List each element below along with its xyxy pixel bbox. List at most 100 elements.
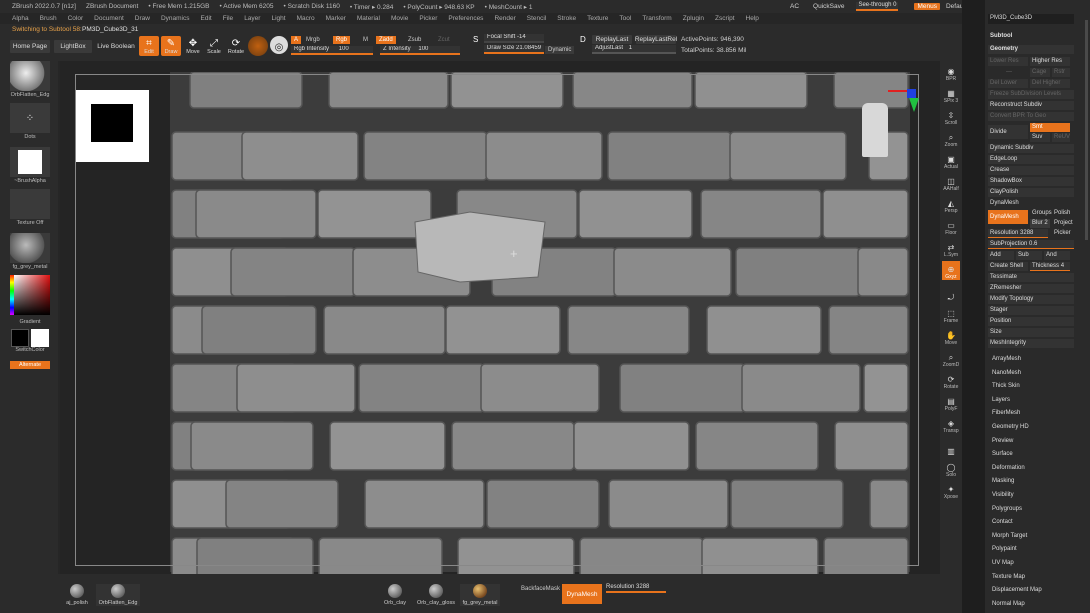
section-uv-map[interactable]: UV Map [988, 559, 1074, 568]
modify-topology-button[interactable]: Modify Topology [988, 295, 1074, 304]
move-button[interactable]: ✥ Move [183, 36, 203, 56]
zadd-button[interactable]: Zadd [376, 36, 396, 44]
shadowbox-button[interactable]: ShadowBox [988, 177, 1074, 186]
see-through-slider[interactable]: See-through 0 [856, 2, 899, 11]
menu-stencil[interactable]: Stencil [527, 15, 547, 22]
viewport-frame-button[interactable]: ⬚ Frame [942, 305, 960, 324]
lightbox-button[interactable]: LightBox [54, 40, 92, 53]
menu-material[interactable]: Material [357, 15, 380, 22]
replay-last-rel-button[interactable]: ReplayLastRel [635, 35, 677, 44]
rgb-button[interactable]: Rgb [333, 36, 351, 44]
viewport-bpr-button[interactable]: ◉ BPR [942, 63, 960, 82]
stager-button[interactable]: Stager [988, 306, 1074, 315]
dynamesh-section[interactable]: DynaMesh [988, 199, 1074, 208]
menu-movie[interactable]: Movie [391, 15, 408, 22]
meshintegrity-button[interactable]: MeshIntegrity [988, 339, 1074, 348]
alternate-button[interactable]: Alternate [10, 361, 50, 369]
del-lower-button[interactable]: Del Lower [988, 79, 1028, 88]
m-button[interactable]: M [360, 36, 371, 44]
rgb-intensity-slider[interactable]: Rgb Intensity 100 [291, 46, 373, 55]
gradient-label[interactable]: Gradient [10, 319, 50, 325]
menu-color[interactable]: Color [68, 15, 84, 22]
z-intensity-slider[interactable]: Z Intensity 100 [380, 46, 460, 55]
section-arraymesh[interactable]: ArrayMesh [988, 355, 1074, 364]
geometry-section[interactable]: Geometry [988, 45, 1074, 54]
viewport-aahalf-button[interactable]: ◫ AAHalf [942, 173, 960, 192]
viewport-polyf-button[interactable]: ▤ PolyF [942, 393, 960, 412]
suv-toggle[interactable]: Suv [1030, 133, 1050, 142]
menu-alpha[interactable]: Alpha [12, 15, 29, 22]
viewport-move-button[interactable]: ✋ Move [942, 327, 960, 346]
section-masking[interactable]: Masking [988, 477, 1074, 486]
menu-render[interactable]: Render [494, 15, 515, 22]
thickness-slider[interactable]: Thickness 4 [1030, 262, 1070, 271]
divide-button[interactable]: Divide [988, 125, 1028, 139]
section-polypaint[interactable]: Polypaint [988, 545, 1074, 554]
menu-brush[interactable]: Brush [40, 15, 57, 22]
adjust-last-slider[interactable]: AdjustLast 1 [592, 45, 676, 54]
menu-tool[interactable]: Tool [619, 15, 631, 22]
brush-picker[interactable]: OrbFlatten_Edg [10, 61, 50, 98]
switch-color-swatches[interactable]: SwitchColor [10, 329, 50, 353]
secondary-color-swatch[interactable] [31, 329, 49, 347]
dynamesh-button[interactable]: DynaMesh [988, 210, 1028, 224]
bottom-resolution-slider[interactable]: Resolution 3288 [606, 584, 666, 593]
menu-layer[interactable]: Layer [244, 15, 260, 22]
menus-button[interactable]: Menus [914, 3, 940, 10]
scale-button[interactable]: ⤢ Scale [204, 36, 224, 56]
bottom-dynamesh-button[interactable]: DynaMesh [562, 584, 602, 604]
section-nanomesh[interactable]: NanoMesh [988, 369, 1074, 378]
menu-texture[interactable]: Texture [587, 15, 608, 22]
head-gizmo-icon[interactable] [862, 103, 888, 157]
section-surface[interactable]: Surface [988, 450, 1074, 459]
menu-file[interactable]: File [223, 15, 233, 22]
viewport-l-sym-button[interactable]: ⇄ L.Sym [942, 239, 960, 258]
bottom-material-orb-clay-gloss[interactable]: Orb_clay_gloss [414, 584, 458, 606]
viewport-extra-17-button[interactable]: ▥ [942, 437, 960, 456]
brush-thumbnail[interactable] [248, 36, 268, 56]
mrgb-button[interactable]: Mrgb [303, 36, 323, 44]
menu-marker[interactable]: Marker [326, 15, 346, 22]
section-geometry-hd[interactable]: Geometry HD [988, 423, 1074, 432]
size-button[interactable]: Size [988, 328, 1074, 337]
quicksave-button[interactable]: QuickSave [813, 3, 844, 10]
panel-divider[interactable] [962, 0, 985, 613]
project-toggle[interactable]: Project [1052, 219, 1073, 228]
picker-toggle[interactable]: Picker [1052, 229, 1071, 238]
section-texture-map[interactable]: Texture Map [988, 573, 1074, 582]
sdiv-slider[interactable]: — [988, 68, 1028, 77]
menu-draw[interactable]: Draw [135, 15, 150, 22]
section-displacement-map[interactable]: Displacement Map [988, 586, 1074, 595]
viewport-spix-3-button[interactable]: ▦ SPix 3 [942, 85, 960, 104]
del-higher-button[interactable]: Del Higher [1030, 79, 1070, 88]
menu-macro[interactable]: Macro [297, 15, 315, 22]
home-page-button[interactable]: Home Page [10, 40, 50, 53]
section-layers[interactable]: Layers [988, 396, 1074, 405]
freeze-subdiv-button[interactable]: Freeze SubDivision Levels [988, 90, 1074, 99]
viewport-rotate-button[interactable]: ⟳ Rotate [942, 371, 960, 390]
rotate-button[interactable]: ⟳ Rotate [226, 36, 246, 56]
menu-zscript[interactable]: Zscript [715, 15, 735, 22]
viewport-solo-button[interactable]: ◯ Solo [942, 459, 960, 478]
section-polygroups[interactable]: Polygroups [988, 505, 1074, 514]
subtool-section[interactable]: Subtool [988, 32, 1074, 41]
dynamesh-sub-button[interactable]: Sub [1016, 251, 1042, 260]
blur-slider[interactable]: Blur 2 [1030, 219, 1050, 228]
viewport-transp-button[interactable]: ◈ Transp [942, 415, 960, 434]
focal-shift-slider[interactable]: Focal Shift -14 [484, 34, 544, 43]
smt-toggle[interactable]: Smt [1030, 123, 1070, 132]
replay-last-button[interactable]: ReplayLast [592, 35, 632, 44]
menu-transform[interactable]: Transform [642, 15, 671, 22]
bottom-brush-orbflatten[interactable]: OrbFlatten_Edg [96, 584, 140, 606]
dynamic-subdiv-button[interactable]: Dynamic Subdiv [988, 144, 1074, 153]
zcut-button[interactable]: Zcut [435, 36, 453, 44]
edgeloop-button[interactable]: EdgeLoop [988, 155, 1074, 164]
cage-button[interactable]: Cage [1030, 68, 1050, 77]
viewport-persp-button[interactable]: ◭ Persp [942, 195, 960, 214]
dynamesh-add-button[interactable]: Add [988, 251, 1014, 260]
stroke-thumbnail[interactable]: ◎ [270, 36, 288, 54]
section-deformation[interactable]: Deformation [988, 464, 1074, 473]
create-shell-button[interactable]: Create Shell [988, 262, 1028, 271]
reconstruct-subdiv-button[interactable]: Reconstruct Subdiv [988, 101, 1074, 110]
crease-button[interactable]: Crease [988, 166, 1074, 175]
